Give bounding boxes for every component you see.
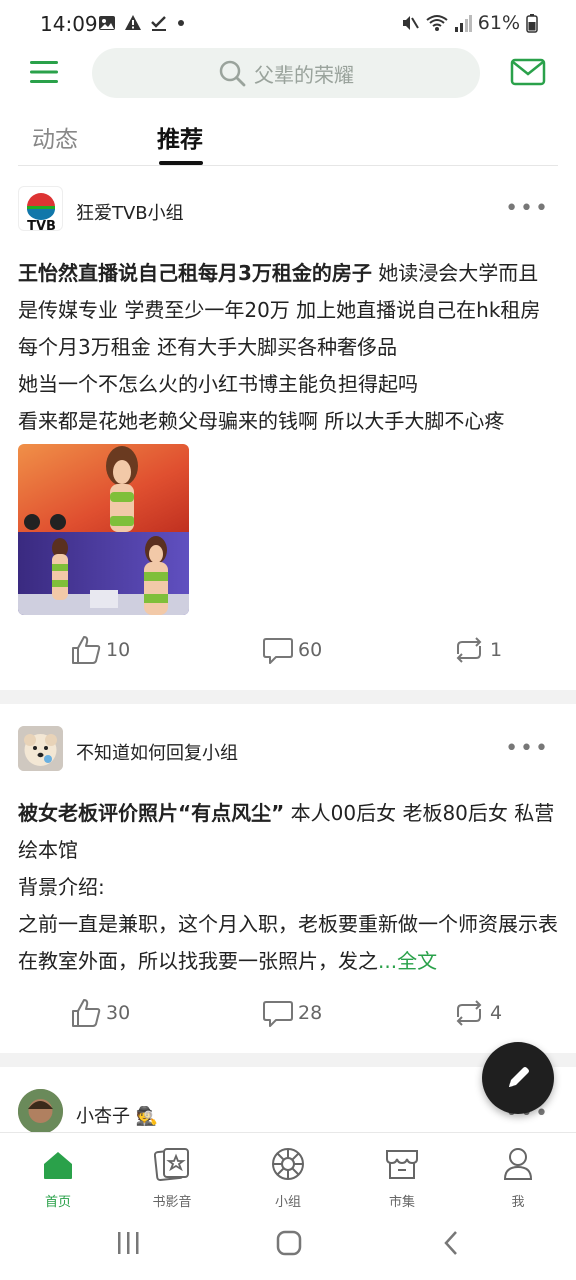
top-bar: 父辈的荣耀 <box>0 46 576 100</box>
feed-tabs: 动态 推荐 <box>18 104 558 166</box>
nav-market[interactable]: 市集 <box>362 1141 442 1210</box>
menu-icon <box>30 61 58 83</box>
nav-home[interactable]: 首页 <box>18 1141 98 1210</box>
repost-icon <box>456 1000 482 1026</box>
like-count: 10 <box>106 639 131 661</box>
post-actions: 10 60 1 <box>0 634 576 674</box>
dog-avatar-icon <box>18 726 63 771</box>
user-badge-icon: 🕵 <box>135 1106 159 1127</box>
bottom-navigation: 首页 书影音 小组 市集 我 <box>0 1132 576 1210</box>
post-content[interactable]: 王怡然直播说自己租每月3万租金的房子 她读浸会大学而且是传媒专业 学费至少一年2… <box>18 255 558 440</box>
profile-icon <box>503 1148 533 1180</box>
market-icon <box>386 1150 418 1179</box>
group-name[interactable]: 不知道如何回复小组 <box>76 739 238 765</box>
comment-button[interactable]: 60 <box>262 634 322 666</box>
dot-icon <box>178 20 184 26</box>
post-divider <box>0 690 576 704</box>
user-name[interactable]: 小杏子 🕵 <box>76 1102 158 1128</box>
menu-button[interactable] <box>30 60 58 84</box>
user-avatar[interactable] <box>18 1089 63 1132</box>
post-text-line: 她当一个不怎么火的小红书博主能负担得起吗 <box>18 372 418 396</box>
app-screen: 14:09 61% 父辈的荣耀 动态 推荐 TVB 狂爱TVB小组 ••• 王怡… <box>0 0 576 1280</box>
back-icon[interactable] <box>442 1230 460 1256</box>
status-time: 14:09 <box>40 12 98 36</box>
thumbs-up-icon <box>72 636 101 664</box>
system-navigation-bar <box>0 1208 576 1280</box>
like-count: 30 <box>106 1002 131 1024</box>
post-actions: 30 28 4 <box>0 997 576 1037</box>
post-text-line: 之前一直是兼职，这个月入职，老板要重新做一个师资展示表在教室外面，所以找我要一张… <box>18 912 558 973</box>
repost-button[interactable]: 1 <box>452 634 502 666</box>
messages-button[interactable] <box>510 58 546 86</box>
post-title: 王怡然直播说自己租每月3万租金的房子 <box>18 261 372 285</box>
repost-icon <box>456 637 482 663</box>
search-placeholder: 父辈的荣耀 <box>254 62 354 87</box>
signal-icon <box>454 15 472 32</box>
comment-icon <box>263 1001 293 1027</box>
tab-activity[interactable]: 动态 <box>32 120 78 154</box>
pen-icon <box>509 1067 529 1087</box>
like-button[interactable]: 30 <box>70 997 130 1029</box>
status-bar: 14:09 61% <box>0 0 576 46</box>
repost-button[interactable]: 4 <box>452 997 502 1029</box>
nav-groups[interactable]: 小组 <box>248 1141 328 1210</box>
warning-icon <box>125 15 141 30</box>
home-button-icon[interactable] <box>276 1230 302 1256</box>
media-icon <box>154 1148 189 1181</box>
image-icon <box>99 16 115 30</box>
post-title: 被女老板评价照片“有点风尘” <box>18 801 285 825</box>
user-name-text: 小杏子 <box>76 1106 130 1127</box>
notification-icons <box>98 14 186 32</box>
group-avatar[interactable]: TVB <box>18 186 63 231</box>
post-image[interactable] <box>18 444 189 615</box>
read-more-link[interactable]: ...全文 <box>378 949 437 973</box>
group-avatar[interactable] <box>18 726 63 771</box>
post-header: TVB 狂爱TVB小组 ••• <box>18 186 558 236</box>
group-name[interactable]: 狂爱TVB小组 <box>76 199 184 225</box>
tvb-logo-icon: TVB <box>27 193 56 231</box>
feed-post[interactable]: TVB 狂爱TVB小组 ••• 王怡然直播说自己租每月3万租金的房子 她读浸会大… <box>0 186 576 686</box>
more-options-icon[interactable]: ••• <box>505 736 550 761</box>
battery-icon <box>526 14 538 33</box>
comment-button[interactable]: 28 <box>262 997 322 1029</box>
system-indicators: 61% <box>400 12 538 34</box>
task-done-icon <box>151 16 166 31</box>
more-options-icon[interactable]: ••• <box>505 196 550 221</box>
tab-recommended[interactable]: 推荐 <box>157 120 203 154</box>
wifi-icon <box>426 15 448 31</box>
post-text-line: 背景介绍: <box>18 875 105 899</box>
photo-thumbnail <box>18 444 189 615</box>
repost-count: 1 <box>490 639 503 661</box>
post-header: 不知道如何回复小组 ••• <box>18 726 558 776</box>
search-input[interactable]: 父辈的荣耀 <box>92 48 480 98</box>
home-icon <box>44 1152 72 1179</box>
nav-media[interactable]: 书影音 <box>132 1141 212 1210</box>
post-content[interactable]: 被女老板评价照片“有点风尘” 本人00后女 老板80后女 私营绘本馆 背景介绍:… <box>18 795 558 980</box>
like-button[interactable]: 10 <box>70 634 130 666</box>
group-icon <box>272 1148 304 1180</box>
comment-count: 60 <box>298 639 323 661</box>
mute-icon <box>402 16 419 30</box>
recent-apps-icon[interactable] <box>116 1230 140 1256</box>
person-photo-icon <box>18 1089 63 1132</box>
svg-text:TVB: TVB <box>27 219 56 231</box>
comment-icon <box>263 638 293 664</box>
comment-count: 28 <box>298 1002 323 1024</box>
battery-percent: 61% <box>477 12 520 34</box>
repost-count: 4 <box>490 1002 503 1024</box>
mail-icon <box>510 58 546 86</box>
post-text-line: 看来都是花她老赖父母骗来的钱啊 所以大手大脚不心疼 <box>18 409 505 433</box>
search-icon <box>219 60 246 87</box>
post-header: 小杏子 🕵 ••• <box>18 1089 558 1132</box>
compose-button[interactable] <box>482 1042 554 1114</box>
active-tab-indicator <box>159 161 203 165</box>
thumbs-up-icon <box>72 999 101 1027</box>
feed-post[interactable]: 不知道如何回复小组 ••• 被女老板评价照片“有点风尘” 本人00后女 老板80… <box>0 726 576 1056</box>
nav-profile[interactable]: 我 <box>478 1141 558 1210</box>
